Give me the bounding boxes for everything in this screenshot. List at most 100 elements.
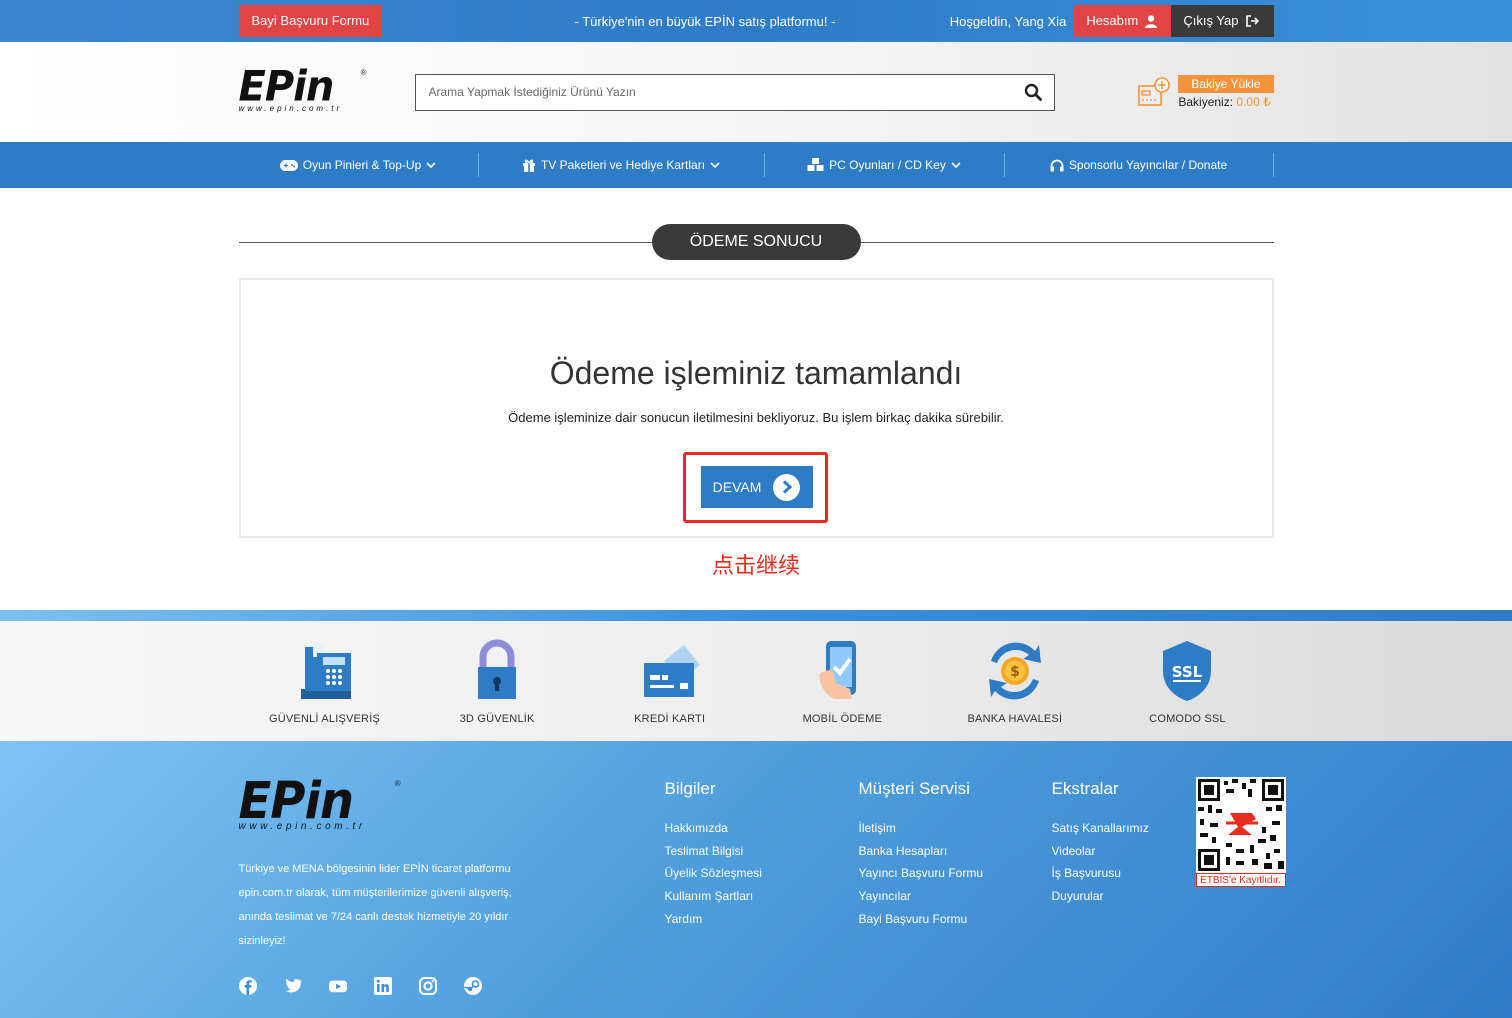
feature-3d-security: 3D GÜVENLİK	[411, 639, 583, 725]
footer-col-title: Müşteri Servisi	[858, 779, 970, 798]
footer-logo[interactable]: EPin www.epin.com.tr ®	[238, 771, 401, 839]
highlight-box: DEVAM	[682, 452, 828, 523]
padlock-icon	[478, 639, 517, 699]
footer-link[interactable]: Banka Hesapları	[859, 840, 984, 863]
feature-label: COMODO SSL	[1149, 713, 1226, 725]
qr-code-icon	[1195, 777, 1286, 873]
site-header: EPin www.epin.com.tr ® Bakiye Yükle Baki…	[0, 42, 1512, 142]
logout-button[interactable]: Çıkış Yap	[1171, 5, 1274, 37]
cubes-icon	[807, 158, 824, 171]
gamepad-icon	[279, 159, 298, 171]
payment-result-box: Ödeme işleminiz tamamlandı Ödeme işlemin…	[238, 278, 1274, 538]
footer-col-customer-service: Müşteri Servisi İletişim Banka Hesapları…	[859, 779, 984, 931]
footer-col-info: Bilgiler Hakkımızda Teslimat Bilgisi Üye…	[665, 779, 762, 931]
bank-transfer-icon: $	[988, 642, 1041, 700]
welcome-text: Hoşgeldin, Yang Xia	[949, 13, 1067, 29]
twitter-icon[interactable]	[284, 977, 302, 995]
instagram-icon[interactable]	[418, 977, 437, 995]
logo-text: EPin	[238, 771, 355, 831]
footer-link[interactable]: Yardım	[665, 908, 762, 931]
pos-terminal-icon	[300, 643, 351, 699]
mobile-payment-icon	[819, 641, 857, 699]
linkedin-icon[interactable]	[373, 977, 392, 995]
nav-item-sponsored-streamers[interactable]: Sponsorlu Yayıncılar / Donate	[1005, 153, 1274, 177]
footer-link[interactable]: İş Başvurusu	[1052, 862, 1149, 885]
feature-label: KREDİ KARTI	[634, 713, 706, 725]
youtube-icon[interactable]	[328, 977, 347, 995]
chevron-down-icon	[426, 161, 436, 168]
continue-label: DEVAM	[712, 479, 762, 495]
svg-text:SSL: SSL	[1172, 663, 1203, 681]
result-description: Ödeme işleminize dair sonucun iletilmesi…	[508, 410, 1004, 425]
main-nav: Oyun Pinleri & Top-Up TV Paketleri ve He…	[0, 142, 1512, 188]
feature-bank-transfer: $ BANKA HAVALESİ	[929, 639, 1101, 725]
feature-label: 3D GÜVENLİK	[459, 713, 535, 725]
site-logo[interactable]: EPin www.epin.com.tr ®	[238, 62, 367, 116]
nav-item-pc-games[interactable]: PC Oyunları / CD Key	[765, 153, 1005, 177]
footer-description: Türkiye ve MENA bölgesinin lider EPİN ti…	[238, 863, 512, 947]
feature-strip-accent	[0, 610, 1512, 621]
etbis-qr-badge[interactable]: ETBİS'e Kayıtlıdır.	[1195, 777, 1286, 887]
nav-item-game-pins[interactable]: Oyun Pinleri & Top-Up	[239, 153, 479, 177]
ssl-shield-icon: SSL	[1163, 641, 1212, 701]
sign-out-icon	[1245, 15, 1259, 27]
user-icon	[1145, 14, 1158, 28]
logout-label: Çıkış Yap	[1183, 13, 1239, 28]
footer-link[interactable]: Yayıncı Başvuru Formu	[859, 862, 984, 885]
click-continue-annotation: 点击继续	[711, 554, 800, 579]
feature-label: BANKA HAVALESİ	[967, 713, 1063, 725]
feature-secure-shopping: GÜVENLİ ALIŞVERİŞ	[239, 639, 411, 725]
nav-item-tv-gift[interactable]: TV Paketleri ve Hediye Kartları	[479, 153, 765, 177]
footer-link[interactable]: İletişim	[859, 817, 984, 840]
balance-display: Bakiyeniz: 0.00 ₺	[1178, 95, 1273, 109]
chevron-down-icon	[710, 161, 720, 168]
features-strip: GÜVENLİ ALIŞVERİŞ 3D GÜVENLİK KREDİ KART…	[0, 621, 1512, 741]
footer-link[interactable]: Teslimat Bilgisi	[665, 840, 762, 863]
footer-link[interactable]: Duyurular	[1052, 885, 1149, 908]
logo-text: EPin	[238, 62, 335, 112]
footer-col-title: Ekstralar	[1051, 779, 1119, 798]
registered-mark: ®	[394, 779, 401, 788]
gift-icon	[522, 159, 535, 172]
nav-label: Sponsorlu Yayıncılar / Donate	[1068, 158, 1228, 172]
footer-link[interactable]: Yayıncılar	[859, 885, 984, 908]
main-content: ÖDEME SONUCU Ödeme işleminiz tamamlandı …	[238, 224, 1274, 580]
footer-link[interactable]: Videolar	[1052, 840, 1149, 863]
continue-button[interactable]: DEVAM	[700, 466, 813, 508]
account-button[interactable]: Hesabım	[1074, 5, 1172, 37]
footer-link[interactable]: Satış Kanallarımız	[1052, 817, 1149, 840]
feature-label: MOBİL ÖDEME	[802, 713, 882, 725]
section-title-row: ÖDEME SONUCU	[238, 224, 1274, 260]
chevron-down-icon	[951, 161, 961, 168]
load-balance-button[interactable]: Bakiye Yükle	[1178, 75, 1274, 93]
balance-value: 0.00 ₺	[1236, 95, 1271, 109]
social-links	[238, 977, 482, 995]
wallet-add-icon	[1138, 77, 1171, 106]
footer-link[interactable]: Kullanım Şartları	[665, 885, 762, 908]
dealer-form-button[interactable]: Bayi Başvuru Formu	[238, 5, 383, 37]
facebook-icon[interactable]	[238, 977, 257, 995]
credit-card-icon	[643, 645, 700, 697]
svg-text:$: $	[1010, 664, 1020, 680]
footer-link[interactable]: Üyelik Sözleşmesi	[665, 862, 762, 885]
balance-area: Bakiye Yükle Bakiyeniz: 0.00 ₺	[1138, 75, 1274, 109]
result-title: Ödeme işleminiz tamamlandı	[549, 355, 963, 391]
feature-comodo-ssl: SSL COMODO SSL	[1101, 639, 1273, 725]
account-label: Hesabım	[1086, 13, 1139, 28]
section-title: ÖDEME SONUCU	[651, 224, 861, 260]
steam-icon[interactable]	[463, 977, 482, 995]
chevron-right-circle-icon	[773, 473, 801, 501]
search-bar	[414, 73, 1055, 111]
footer-link[interactable]: Hakkımızda	[665, 817, 762, 840]
search-input[interactable]	[428, 85, 989, 99]
etbis-label: ETBİS'e Kayıtlıdır.	[1195, 873, 1286, 887]
feature-label: GÜVENLİ ALIŞVERİŞ	[269, 713, 380, 725]
feature-mobile-payment: MOBİL ÖDEME	[756, 639, 928, 725]
footer-link[interactable]: Bayi Başvuru Formu	[859, 908, 984, 931]
footer-col-title: Bilgiler	[664, 779, 716, 798]
registered-mark: ®	[360, 68, 367, 77]
search-icon[interactable]	[1024, 83, 1042, 101]
top-bar: Bayi Başvuru Formu - Türkiye'nin en büyü…	[0, 0, 1512, 42]
balance-label: Bakiyeniz:	[1178, 95, 1234, 109]
nav-label: TV Paketleri ve Hediye Kartları	[540, 158, 706, 172]
